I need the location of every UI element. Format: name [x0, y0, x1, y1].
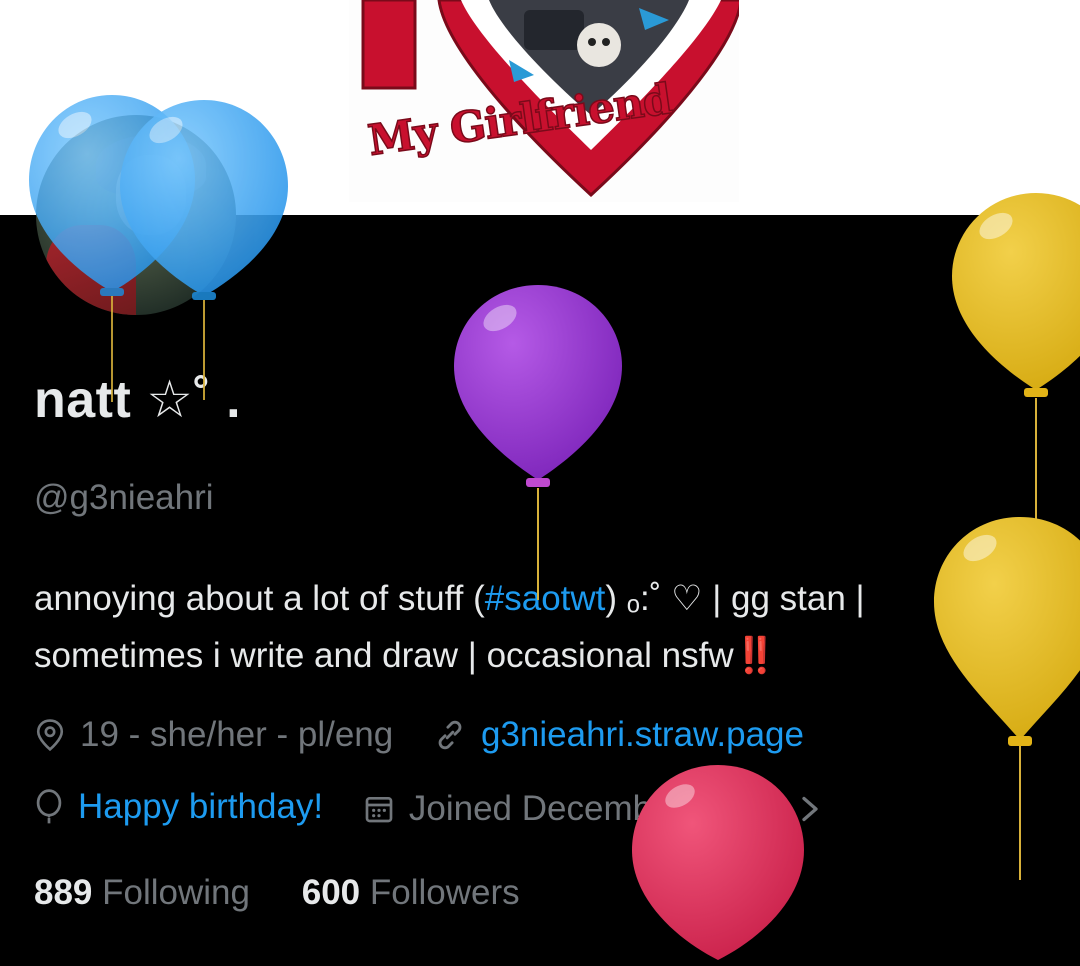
avatar-art-coat	[46, 225, 136, 315]
followers-label: Followers	[369, 873, 520, 912]
balloon-icon	[36, 789, 62, 824]
follow-stats: 889 Following 600 Followers	[34, 873, 562, 913]
bio-line-2: sometimes i write and draw | occasional …	[34, 627, 1044, 684]
calendar-icon	[365, 797, 393, 823]
link-icon	[438, 720, 462, 750]
following-count: 889	[34, 873, 93, 912]
yellow-balloon-icon	[952, 193, 1080, 520]
purple-balloon-icon	[454, 285, 622, 600]
profile-meta-row: Happy birthday! Joined December 2021	[34, 787, 853, 834]
bio-text: annoying about a lot of stuff (	[34, 579, 485, 618]
profile-meta-row: 19 - she/her - pl/eng g3nieahri.straw.pa…	[34, 715, 834, 761]
following-stat[interactable]: 889 Following	[34, 873, 250, 913]
profile-avatar[interactable]	[36, 115, 236, 315]
bio-text: ) ₒ:˚ ♡ | gg stan |	[605, 579, 865, 618]
double-exclamation-emoji: ‼️	[733, 636, 778, 675]
hashtag-link[interactable]: #saotwt	[485, 579, 606, 618]
chevron-right-icon[interactable]	[797, 794, 823, 824]
profile-bio: annoying about a lot of stuff (#saotwt) …	[34, 570, 1044, 684]
following-label: Following	[102, 873, 250, 912]
joined-item[interactable]: Joined December 2021	[363, 789, 823, 829]
banner-image: My Girlfriend	[349, 0, 739, 202]
birthday-text[interactable]: Happy birthday!	[78, 787, 323, 827]
followers-stat[interactable]: 600 Followers	[302, 873, 520, 913]
joined-text: Joined December 2021	[408, 789, 771, 828]
location-text: 19 - she/her - pl/eng	[80, 715, 394, 754]
website-link[interactable]: g3nieahri.straw.page	[481, 715, 804, 755]
location-pin-icon	[36, 719, 64, 752]
avatar-art-face	[116, 155, 186, 235]
followers-count: 600	[301, 873, 361, 912]
display-name: natt ☆˚ .	[34, 371, 242, 429]
bio-text: sometimes i write and draw | occasional …	[34, 636, 734, 675]
birthday-item: Happy birthday!	[34, 787, 323, 827]
website-item[interactable]: g3nieahri.straw.page	[433, 715, 804, 755]
user-handle: @g3nieahri	[34, 478, 214, 517]
location-item: 19 - she/her - pl/eng	[34, 715, 393, 755]
bio-line-1: annoying about a lot of stuff (#saotwt) …	[34, 570, 1044, 627]
profile-page: My Girlfriend natt ☆˚ . @g3nieahri annoy…	[0, 0, 1080, 966]
